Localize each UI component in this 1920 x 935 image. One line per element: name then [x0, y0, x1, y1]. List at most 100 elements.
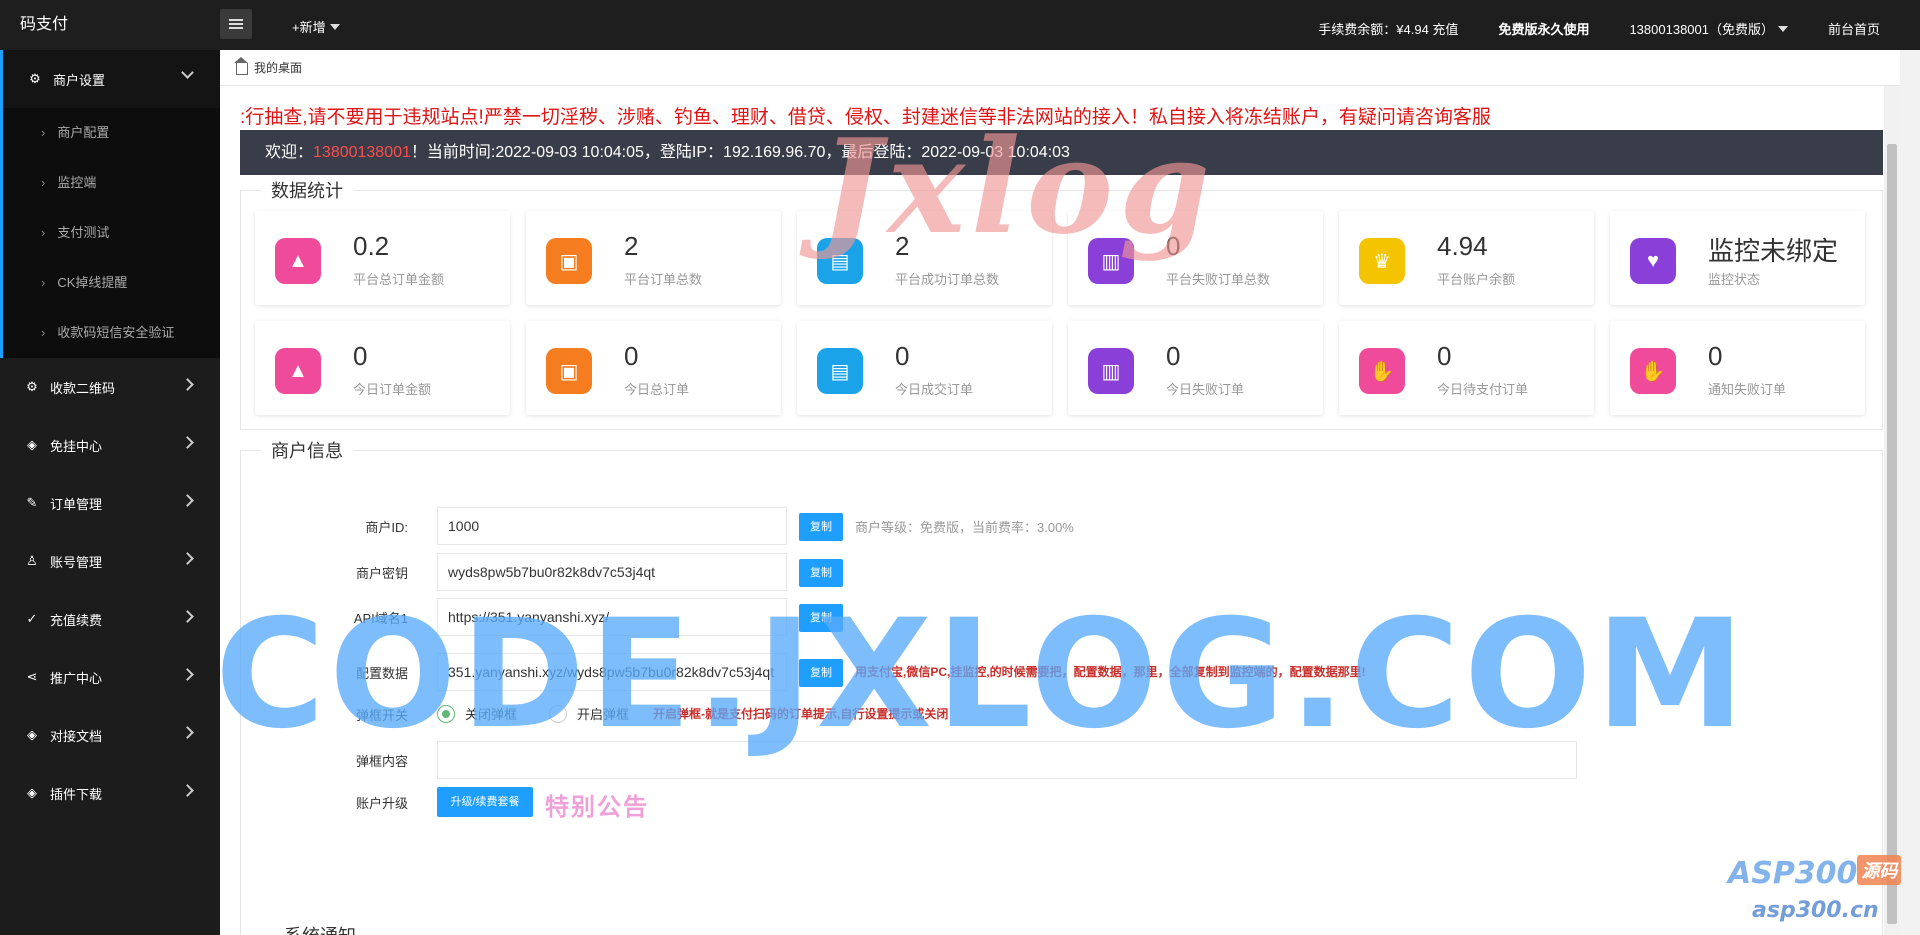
stat-value: 0	[1708, 341, 1723, 371]
front-home-link[interactable]: 前台首页	[1828, 19, 1880, 38]
merchant-id-field[interactable]: 1000	[437, 507, 787, 545]
caret-down-icon	[329, 24, 340, 30]
caret-down-icon	[1777, 25, 1788, 32]
stat-card: ▤ 0 今日成交订单	[797, 321, 1052, 415]
gear-icon: ⚙	[26, 379, 38, 394]
stat-value: 0	[353, 341, 368, 371]
chevron-right-icon	[181, 552, 194, 565]
sidebar-item-merchant-config[interactable]: 商户配置	[3, 108, 220, 158]
rocket-icon: ▲	[275, 238, 321, 284]
heart-icon: ♥	[1630, 238, 1676, 284]
merchant-level-hint: 商户等级：免费版，当前费率：3.00%	[855, 520, 1074, 535]
rocket-icon: ▲	[275, 348, 321, 394]
plan-label[interactable]: 免费版永久使用	[1498, 19, 1589, 38]
upgrade-label: 账户升级	[355, 796, 408, 811]
chevron-right-icon	[181, 784, 194, 797]
sidebar-item-monitor[interactable]: 监控端	[3, 158, 220, 208]
stats-legend: 数据统计	[261, 177, 353, 203]
sidebar-item-qrcode[interactable]: ⚙ 收款二维码	[0, 358, 220, 416]
sidebar-label: 订单管理	[50, 496, 103, 512]
sidebar-label: 插件下载	[50, 786, 103, 802]
users-icon: ♙	[26, 553, 38, 568]
stat-card: ✋ 0 今日待支付订单	[1339, 321, 1594, 415]
stat-label: 今日失败订单	[1166, 382, 1245, 397]
welcome-prefix: 欢迎：	[265, 144, 314, 161]
sidebar-item-recharge[interactable]: ✓ 充值续费	[0, 590, 220, 648]
sidebar-item-accounts[interactable]: ♙ 账号管理	[0, 532, 220, 590]
chevron-right-icon	[181, 726, 194, 739]
account-label: 13800138001（免费版）	[1629, 21, 1774, 37]
asp300-watermark: ASP300 源码	[1728, 855, 1902, 891]
edit-icon: ✎	[26, 495, 38, 510]
copy-merchant-key-button[interactable]: 复制	[799, 559, 843, 587]
home-icon	[234, 57, 248, 75]
tab-label: 我的桌面	[254, 61, 303, 75]
stat-card: ▲ 0.2 平台总订单金额	[255, 211, 510, 305]
sidebar-label: 商户设置	[53, 72, 106, 88]
sidebar-item-ck-offline-alert[interactable]: CK掉线提醒	[3, 258, 220, 308]
chevron-right-icon	[181, 378, 194, 391]
asp300-url-watermark: asp300.cn	[1752, 898, 1879, 923]
tab-bar: 我的桌面	[220, 50, 1900, 86]
sidebar-item-docs[interactable]: ◈ 对接文档	[0, 706, 220, 764]
stat-card: ▣ 0 今日总订单	[526, 321, 781, 415]
ticket-icon: ▣	[546, 238, 592, 284]
welcome-uid: 13800138001	[313, 144, 411, 161]
sidebar-head-merchant-settings[interactable]: ⚙ 商户设置	[3, 50, 220, 108]
copy-merchant-id-button[interactable]: 复制	[799, 513, 843, 541]
app-brand[interactable]: 码支付	[20, 0, 68, 50]
system-notice-title: 系统通知	[284, 922, 356, 935]
wallet-icon: ▤	[817, 348, 863, 394]
top-right-menu: 手续费余额：¥4.94 充值 免费版永久使用 13800138001（免费版） …	[1318, 0, 1920, 56]
sidebar-item-promotion[interactable]: ⋖ 推广中心	[0, 648, 220, 706]
chevron-right-icon	[181, 610, 194, 623]
sidebar-item-payment-test[interactable]: 支付测试	[3, 208, 220, 258]
stat-value: 0	[895, 341, 910, 371]
scrollbar-thumb[interactable]	[1887, 144, 1897, 924]
hand-icon: ✋	[1359, 348, 1405, 394]
fee-balance-link[interactable]: 手续费余额：¥4.94 充值	[1318, 19, 1458, 38]
stat-value: 0	[624, 341, 639, 371]
merchant-key-field[interactable]: wyds8pw5b7bu0r82k8dv7c53j4qt	[437, 553, 787, 591]
stat-value: 2	[624, 231, 639, 261]
merchant-id-label: 商户ID:	[365, 520, 408, 535]
sidebar-item-sms-verify[interactable]: 收款码短信安全验证	[3, 308, 220, 358]
stat-label: 平台失败订单总数	[1166, 272, 1271, 287]
stat-label: 平台订单总数	[624, 272, 703, 287]
sidebar-item-plugins[interactable]: ◈ 插件下载	[0, 764, 220, 822]
hamburger-icon	[229, 19, 243, 29]
stat-card: ▣ 2 平台订单总数	[526, 211, 781, 305]
stat-label: 平台总订单金额	[353, 272, 445, 287]
scrollbar[interactable]	[1884, 86, 1900, 935]
special-notice-link[interactable]: 特别公告	[545, 787, 649, 822]
gear-icon: ⚙	[29, 71, 41, 86]
share-icon: ⋖	[26, 669, 38, 684]
upgrade-plan-button[interactable]: 升级/续费套餐	[437, 787, 533, 817]
stat-card: ▥ 0 今日失败订单	[1068, 321, 1323, 415]
sidebar-item-orders[interactable]: ✎ 订单管理	[0, 474, 220, 532]
chevron-right-icon	[181, 494, 194, 507]
stat-value: 0	[1437, 341, 1452, 371]
chevron-down-icon	[181, 66, 194, 79]
menu-toggle-button[interactable]	[220, 9, 252, 39]
merchant-key-row: 商户密钥 wyds8pw5b7bu0r82k8dv7c53j4qt 复制	[241, 551, 1881, 591]
stat-value: 监控未绑定	[1708, 236, 1839, 266]
ticket-icon: ▣	[546, 348, 592, 394]
sidebar-submenu: 商户配置 监控端 支付测试 CK掉线提醒 收款码短信安全验证	[0, 108, 220, 358]
stat-label: 今日总订单	[624, 382, 690, 397]
stat-card: ▲ 0 今日订单金额	[255, 321, 510, 415]
sidebar-item-free-hosting[interactable]: ◈ 免挂中心	[0, 416, 220, 474]
tab-my-desktop[interactable]: 我的桌面	[234, 57, 303, 76]
stat-label: 监控状态	[1708, 272, 1761, 287]
sidebar-label: 账号管理	[50, 554, 103, 570]
add-new-menu[interactable]: +新增	[292, 0, 340, 56]
stat-label: 今日待支付订单	[1437, 382, 1529, 397]
top-bar: 码支付 +新增 手续费余额：¥4.94 充值 免费版永久使用 138001380…	[0, 0, 1920, 50]
account-menu[interactable]: 13800138001（免费版）	[1629, 19, 1788, 38]
code-jxlog-watermark: CODE.JXLOG.COM	[215, 588, 1749, 762]
crown-icon: ♛	[1359, 238, 1405, 284]
upgrade-row: 账户升级 升级/续费套餐 特别公告	[241, 781, 1881, 821]
stat-value: 0	[1166, 341, 1181, 371]
hand-icon: ✋	[1630, 348, 1676, 394]
stat-label: 今日成交订单	[895, 382, 974, 397]
